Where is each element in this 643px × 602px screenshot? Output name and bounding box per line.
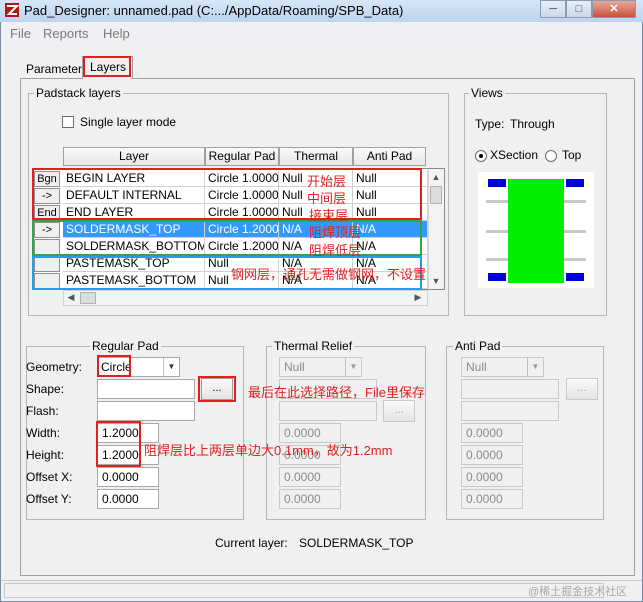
minimize-button[interactable]: ─ bbox=[540, 0, 566, 18]
xsection-label: XSection bbox=[490, 148, 539, 162]
maximize-button[interactable]: □ bbox=[566, 0, 592, 18]
annotation-box-layers-tab bbox=[83, 56, 131, 77]
padstack-layers-title: Padstack layers bbox=[34, 86, 123, 100]
horizontal-scroll-thumb[interactable] bbox=[80, 292, 96, 304]
geometry-label: Geometry: bbox=[26, 360, 83, 374]
tab-parameters[interactable]: Parameters bbox=[26, 62, 88, 76]
annotation-box-soldermask bbox=[32, 220, 422, 256]
tab-join bbox=[83, 77, 132, 79]
anti-flash-input[interactable] bbox=[461, 401, 559, 421]
scroll-up-icon[interactable]: ▲ bbox=[430, 172, 442, 182]
col-header-layer[interactable]: Layer bbox=[63, 147, 205, 166]
annotation-box-base-layers bbox=[32, 168, 422, 220]
anti-offset-y-input[interactable]: 0.0000 bbox=[461, 489, 523, 509]
xsection-radio-dot bbox=[479, 154, 483, 158]
view-type-label: Type: bbox=[475, 117, 505, 131]
annotation-save-path: 最后在此选择路径，File里保存 bbox=[248, 385, 425, 400]
chevron-down-icon[interactable]: ▼ bbox=[527, 358, 543, 376]
height-label: Height: bbox=[26, 448, 65, 462]
anti-width-input[interactable]: 0.0000 bbox=[461, 423, 523, 443]
anti-offset-x-input[interactable]: 0.0000 bbox=[461, 467, 523, 487]
scroll-right-icon[interactable]: ▶ bbox=[413, 292, 423, 303]
anti-browse-button[interactable]: ... bbox=[566, 378, 598, 400]
top-radio[interactable] bbox=[545, 150, 557, 162]
annotation-mask-top: 阻焊顶层 bbox=[309, 225, 362, 240]
app-icon bbox=[5, 3, 19, 17]
flash-input[interactable] bbox=[97, 401, 195, 421]
watermark: @稀土掘金技术社区 bbox=[528, 586, 628, 598]
offset-y-input[interactable]: 0.0000 bbox=[97, 489, 159, 509]
thermal-relief-title: Thermal Relief bbox=[272, 339, 355, 353]
views-title: Views bbox=[469, 86, 505, 100]
annotation-paste-layer: 钢网层，通孔无需做钢网，不设置 bbox=[231, 267, 427, 282]
menu-reports[interactable]: Reports bbox=[43, 26, 89, 41]
offset-x-label: Offset X: bbox=[26, 470, 73, 484]
width-label: Width: bbox=[26, 426, 61, 440]
padstack-xsection-view bbox=[478, 172, 594, 288]
single-layer-mode-label: Single layer mode bbox=[80, 115, 177, 129]
thermal-offset-y-input[interactable]: 0.0000 bbox=[279, 489, 341, 509]
thermal-width-input[interactable]: 0.0000 bbox=[279, 423, 341, 443]
col-header-thermal-relief[interactable]: Thermal Relief bbox=[279, 147, 353, 180]
annotation-mask-bottom: 阻焊低层 bbox=[309, 243, 362, 258]
annotation-box-geometry bbox=[97, 355, 131, 377]
window-title: Pad_Designer: unnamed.pad (C:.../AppData… bbox=[24, 3, 404, 18]
annotation-box-size bbox=[96, 421, 141, 467]
menu-bar bbox=[1, 22, 642, 44]
anti-height-input[interactable]: 0.0000 bbox=[461, 445, 523, 465]
horizontal-scrollbar[interactable] bbox=[63, 290, 428, 306]
shape-label: Shape: bbox=[26, 382, 65, 396]
annotation-size-note: 阻焊层比上两层单边大0.1mm，故为1.2mm bbox=[144, 443, 393, 458]
col-header-anti-pad[interactable]: Anti Pad bbox=[353, 147, 426, 166]
top-label: Top bbox=[562, 148, 582, 162]
single-layer-mode-checkbox[interactable] bbox=[62, 116, 74, 128]
chevron-down-icon[interactable]: ▼ bbox=[345, 358, 361, 376]
anti-shape-input[interactable] bbox=[461, 379, 559, 399]
thermal-offset-x-input[interactable]: 0.0000 bbox=[279, 467, 341, 487]
annotation-box-browse bbox=[198, 376, 236, 402]
offset-x-input[interactable]: 0.0000 bbox=[97, 467, 159, 487]
current-layer-label: Current layer: bbox=[215, 536, 288, 550]
close-button[interactable]: ✕ bbox=[592, 0, 636, 18]
flash-label: Flash: bbox=[26, 404, 59, 418]
offset-y-label: Offset Y: bbox=[26, 492, 72, 506]
current-layer-value: SOLDERMASK_TOP bbox=[299, 536, 414, 550]
col-header-regular-pad[interactable]: Regular Pad bbox=[205, 147, 279, 166]
menu-file[interactable]: File bbox=[10, 26, 31, 41]
chevron-down-icon[interactable]: ▼ bbox=[163, 358, 179, 376]
anti-pad-title: Anti Pad bbox=[453, 339, 503, 353]
menu-help[interactable]: Help bbox=[103, 26, 130, 41]
status-pane bbox=[4, 583, 604, 598]
shape-input[interactable] bbox=[97, 379, 195, 399]
thermal-flash-input[interactable] bbox=[279, 401, 377, 421]
vertical-scroll-thumb[interactable] bbox=[430, 186, 442, 204]
regular-pad-title: Regular Pad bbox=[90, 339, 161, 353]
scroll-down-icon[interactable]: ▼ bbox=[430, 276, 442, 286]
thermal-browse-button[interactable]: ... bbox=[383, 400, 415, 422]
view-type-value: Through bbox=[510, 117, 555, 131]
scroll-left-icon[interactable]: ◀ bbox=[66, 292, 76, 303]
